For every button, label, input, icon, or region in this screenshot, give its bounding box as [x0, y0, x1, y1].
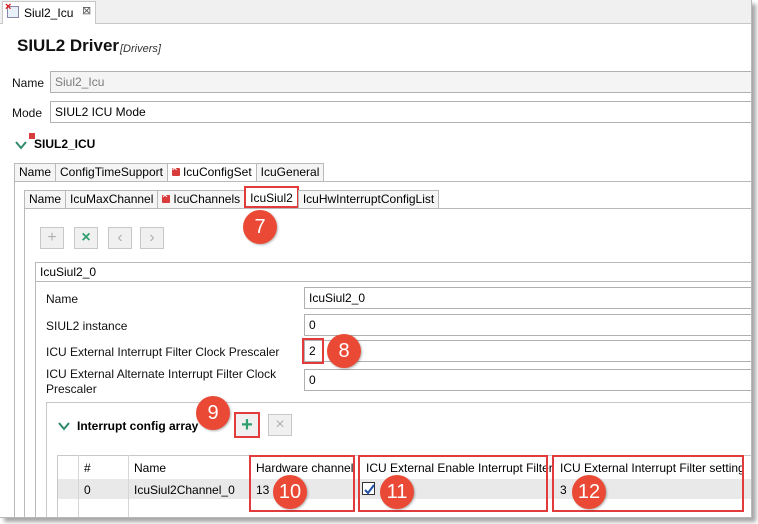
mode-label: Mode: [12, 106, 43, 120]
siul2-instance-field[interactable]: 0: [304, 314, 751, 336]
prescaler-highlight: [302, 338, 324, 364]
module-error-icon: [5, 1, 19, 18]
tab-icu-max-channel[interactable]: IcuMaxChannel: [65, 190, 159, 208]
close-icon[interactable]: ⊠: [82, 4, 91, 17]
row-name: IcuSiul2Channel_0: [134, 483, 235, 497]
tab-icu-general[interactable]: IcuGeneral: [255, 163, 325, 181]
interrupt-config-title: Interrupt config array: [77, 419, 199, 433]
tab-config-time-support[interactable]: ConfigTimeSupport: [55, 163, 168, 181]
add-button[interactable]: +: [40, 227, 64, 249]
tab-icu-channels[interactable]: IcuChannels: [157, 190, 246, 208]
remove-interrupt-button[interactable]: ×: [268, 414, 292, 436]
instance-name-field[interactable]: IcuSiul2_0: [304, 287, 751, 309]
editor-frame: Siul2_Icu ⊠ SIUL2 Driver [Drivers] Name …: [0, 0, 752, 518]
callout-12: 12: [572, 475, 606, 509]
col-divider: [78, 455, 79, 517]
tab-icu-config-set[interactable]: IcuConfigSet: [166, 163, 257, 181]
inner-tab-row: Name IcuMaxChannel IcuChannels IcuSiul2 …: [24, 186, 440, 208]
tab-icu-config-set-label: IcuConfigSet: [182, 165, 252, 179]
add-interrupt-button[interactable]: +: [234, 412, 260, 438]
mode-field[interactable]: SIUL2 ICU Mode: [50, 101, 751, 123]
tab-icu-siul2[interactable]: IcuSiul2: [244, 186, 299, 208]
alt-prescaler-label: ICU External Alternate Interrupt Filter …: [46, 367, 277, 396]
tab-icu-channels-label: IcuChannels: [173, 192, 241, 206]
tab-name[interactable]: Name: [14, 163, 57, 181]
chevron-down-icon[interactable]: [58, 421, 70, 431]
tab-icu-hw-interrupt-config-list[interactable]: IcuHwInterruptConfigList: [297, 190, 440, 208]
tab-inner-name[interactable]: Name: [24, 190, 67, 208]
callout-9: 9: [196, 396, 230, 430]
siul2-instance-label: SIUL2 instance: [46, 319, 128, 333]
alt-prescaler-field[interactable]: 0: [304, 369, 751, 391]
chevron-down-icon[interactable]: [15, 140, 27, 150]
tab-icu-siul2-0[interactable]: IcuSiul2_0: [35, 262, 751, 282]
error-icon: [171, 163, 180, 176]
col-divider: [128, 455, 129, 517]
name-field[interactable]: Siul2_Icu: [50, 71, 751, 93]
page-subtitle: [Drivers]: [120, 43, 161, 55]
page-title: SIUL2 Driver: [17, 36, 120, 55]
callout-8: 8: [327, 334, 361, 368]
section-title: SIUL2_ICU: [34, 137, 96, 151]
editor-tab-siul2-icu[interactable]: Siul2_Icu ⊠: [2, 1, 96, 24]
callout-10: 10: [273, 475, 307, 509]
prescaler-label: ICU External Interrupt Filter Clock Pres…: [46, 345, 280, 359]
editor-tab-label: Siul2_Icu: [24, 6, 74, 20]
prescaler-field[interactable]: 2: [304, 340, 751, 362]
callout-7: 7: [243, 210, 277, 244]
col-header-name[interactable]: Name: [134, 461, 166, 475]
move-up-button[interactable]: ‹: [108, 227, 132, 249]
name-label: Name: [12, 76, 45, 90]
outer-tab-row: Name ConfigTimeSupport IcuConfigSet IcuG…: [14, 163, 325, 181]
col-header-index[interactable]: #: [84, 461, 91, 475]
move-down-button[interactable]: ›: [140, 227, 164, 249]
callout-11: 11: [380, 475, 414, 509]
remove-button[interactable]: ×: [74, 227, 98, 249]
row-index: 0: [84, 483, 91, 497]
editor-tab-bar: [0, 0, 751, 24]
instance-name-label: Name: [46, 292, 79, 306]
error-icon: [162, 190, 171, 203]
